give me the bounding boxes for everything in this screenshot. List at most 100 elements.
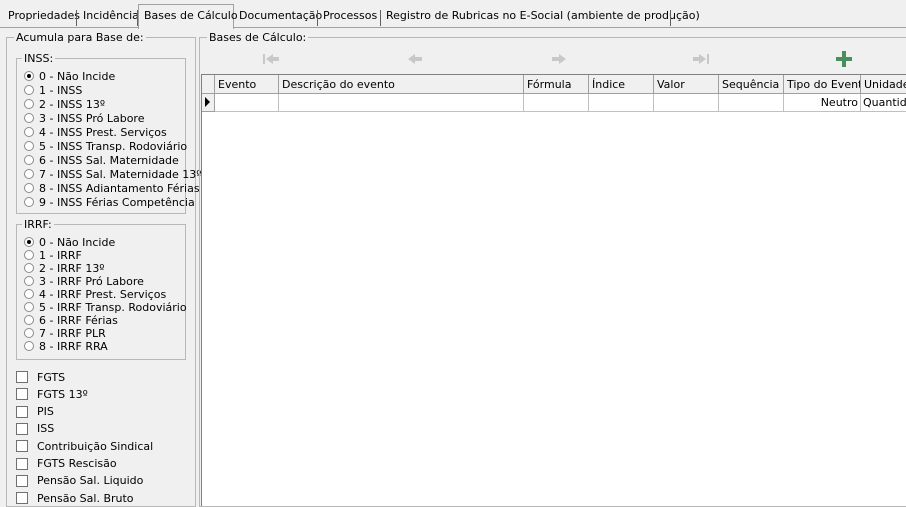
column-header-unidade[interactable]: Unidade: [861, 75, 906, 94]
radio-button[interactable]: [24, 263, 34, 273]
checkbox-box[interactable]: [16, 405, 28, 418]
checkbox-box[interactable]: [16, 457, 28, 470]
column-header-descricao-do-evento[interactable]: Descrição do evento: [279, 75, 524, 94]
cell-formula[interactable]: [524, 94, 589, 112]
inss-option-6[interactable]: 6 - INSS Sal. Maternidade: [24, 153, 179, 167]
radio-label: 0 - Não Incide: [39, 69, 116, 83]
inss-option-7[interactable]: 7 - INSS Sal. Maternidade 13º: [24, 167, 202, 181]
cell-unidade[interactable]: Quantidade: [861, 94, 906, 112]
tab-bases-de-calculo[interactable]: Bases de Cálculo: [138, 4, 238, 29]
checkbox-iss[interactable]: ISS: [16, 422, 54, 436]
checkbox-fgts[interactable]: FGTS: [16, 370, 65, 384]
tab-registro-de-rubricas-no-e-social-ambiente-de-producao[interactable]: Registro de Rubricas no E-Social (ambien…: [381, 7, 700, 27]
column-header-evento[interactable]: Evento: [215, 75, 279, 94]
cell-evento[interactable]: [215, 94, 279, 112]
radio-button[interactable]: [24, 71, 34, 81]
checkbox-pis[interactable]: PIS: [16, 405, 54, 419]
checkbox-fgts-13[interactable]: FGTS 13º: [16, 387, 88, 401]
radio-button[interactable]: [24, 276, 34, 286]
radio-button[interactable]: [24, 341, 34, 351]
irrf-option-2[interactable]: 2 - IRRF 13º: [24, 261, 105, 275]
radio-button[interactable]: [24, 85, 34, 95]
checkbox-box[interactable]: [16, 440, 28, 453]
checkbox-contribuicao-sindical[interactable]: Contribuição Sindical: [16, 439, 153, 453]
first-icon: [263, 54, 279, 64]
tab-propriedades[interactable]: Propriedades: [3, 7, 80, 27]
irrf-option-0[interactable]: 0 - Não Incide: [24, 235, 115, 249]
radio-label: 6 - IRRF Férias: [39, 313, 118, 327]
tab-processos[interactable]: Processos: [318, 7, 380, 27]
column-header-valor[interactable]: Valor: [654, 75, 719, 94]
checkbox-label: FGTS: [37, 370, 66, 384]
radio-button[interactable]: [24, 302, 34, 312]
inss-option-9[interactable]: 9 - INSS Férias Competência: [24, 195, 195, 209]
radio-button[interactable]: [24, 315, 34, 325]
first-record-button[interactable]: [259, 50, 283, 68]
checkbox-label: ISS: [37, 422, 55, 436]
radio-button[interactable]: [24, 113, 34, 123]
radio-button[interactable]: [24, 237, 34, 247]
irrf-option-6[interactable]: 6 - IRRF Férias: [24, 313, 118, 327]
last-record-button[interactable]: [689, 50, 713, 68]
add-record-button[interactable]: [832, 50, 856, 68]
cell-valor[interactable]: [654, 94, 719, 112]
tab-bar: Propriedades Incidência Bases de Cálculo Do…: [0, 4, 906, 29]
radio-button[interactable]: [24, 328, 34, 338]
accumulate-base-group: Acumula para Base de: INSS: 0 - Não Inci…: [6, 31, 202, 507]
column-header-tipo-do-evento[interactable]: Tipo do Evento: [784, 75, 861, 94]
column-header-sequencia[interactable]: Sequência: [719, 75, 784, 94]
inss-option-5[interactable]: 5 - INSS Transp. Rodoviário: [24, 139, 187, 153]
inss-option-0[interactable]: 0 - Não Incide: [24, 69, 115, 83]
irrf-option-7[interactable]: 7 - IRRF PLR: [24, 326, 106, 340]
checkbox-label: FGTS Rescisão: [37, 457, 117, 470]
checkbox-label: Contribuição Sindical: [37, 439, 154, 453]
radio-label: 8 - INSS Adiantamento Férias: [39, 181, 200, 195]
irrf-option-4[interactable]: 4 - IRRF Prest. Serviços: [24, 287, 166, 301]
checkbox-box[interactable]: [16, 492, 28, 505]
checkbox-pensao-sal-bruto[interactable]: Pensão Sal. Bruto: [16, 491, 134, 505]
radio-button[interactable]: [24, 183, 34, 193]
radio-button[interactable]: [24, 169, 34, 179]
cell-sequencia[interactable]: [719, 94, 784, 112]
checkbox-box[interactable]: [16, 371, 28, 383]
radio-button[interactable]: [24, 250, 34, 260]
column-header-indice[interactable]: Índice: [589, 75, 654, 94]
radio-button[interactable]: [24, 155, 34, 165]
radio-label: 5 - IRRF Transp. Rodoviário: [39, 300, 187, 314]
radio-button[interactable]: [24, 289, 34, 299]
radio-button[interactable]: [24, 197, 34, 207]
checkbox-box[interactable]: [16, 474, 28, 487]
radio-label: 1 - IRRF: [39, 248, 82, 262]
cell-indice[interactable]: [589, 94, 654, 112]
checkbox-box[interactable]: [16, 388, 28, 401]
column-header-formula[interactable]: Fórmula: [524, 75, 589, 94]
table-row[interactable]: NeutroQuantidade: [202, 94, 906, 112]
prior-record-button[interactable]: [403, 50, 427, 68]
irrf-option-8[interactable]: 8 - IRRF RRA: [24, 339, 108, 353]
row-indicator[interactable]: [202, 94, 215, 112]
cell-descricao-do-evento[interactable]: [279, 94, 524, 112]
radio-button[interactable]: [24, 141, 34, 151]
tab-incidencia[interactable]: Incidência: [78, 7, 139, 27]
radio-label: 2 - IRRF 13º: [39, 261, 105, 275]
inss-option-2[interactable]: 2 - INSS 13º: [24, 97, 105, 111]
calculation-bases-grid[interactable]: Evento Descrição do evento Fórmula Índice Va…: [201, 74, 906, 506]
next-record-button[interactable]: [547, 50, 571, 68]
header-indicator: [202, 75, 215, 94]
inss-option-3[interactable]: 3 - INSS Pró Labore: [24, 111, 144, 125]
inss-option-8[interactable]: 8 - INSS Adiantamento Férias: [24, 181, 200, 195]
radio-button[interactable]: [24, 99, 34, 109]
checkbox-box[interactable]: [16, 422, 28, 435]
irrf-option-5[interactable]: 5 - IRRF Transp. Rodoviário: [24, 300, 187, 314]
radio-label: 4 - INSS Prest. Serviços: [39, 125, 167, 139]
inss-option-1[interactable]: 1 - INSS: [24, 83, 82, 97]
tab-divider: [0, 27, 906, 28]
inss-option-4[interactable]: 4 - INSS Prest. Serviços: [24, 125, 167, 139]
checkbox-fgts-rescisao[interactable]: FGTS Rescisão: [16, 457, 117, 471]
tab-documentacao[interactable]: Documentação: [234, 7, 322, 27]
cell-tipo-do-evento[interactable]: Neutro: [784, 94, 861, 112]
irrf-option-3[interactable]: 3 - IRRF Pró Labore: [24, 274, 144, 288]
radio-button[interactable]: [24, 127, 34, 137]
checkbox-pensao-sal-liquido[interactable]: Pensão Sal. Liquido: [16, 474, 143, 488]
irrf-option-1[interactable]: 1 - IRRF: [24, 248, 82, 262]
